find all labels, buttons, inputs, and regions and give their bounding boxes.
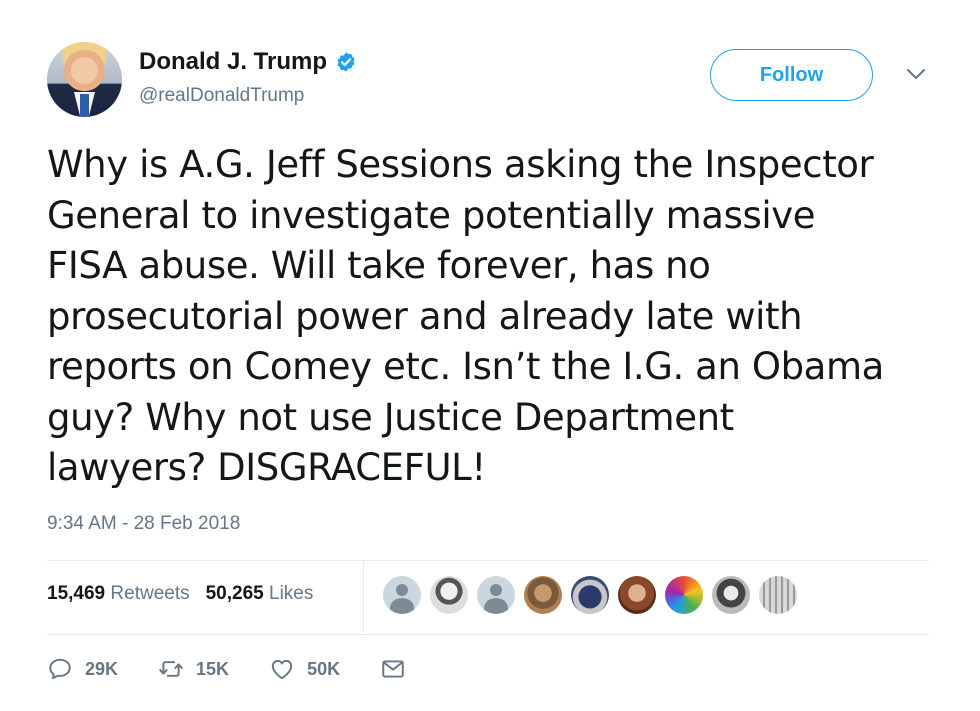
- retweet-count: 15K: [196, 658, 230, 679]
- tweet-line: prosecutorial power and already late wit…: [47, 294, 803, 338]
- likes-label: Likes: [269, 583, 314, 604]
- verified-badge-icon: [337, 52, 355, 72]
- divider: [47, 634, 929, 635]
- default-avatar-icon[interactable]: [477, 576, 515, 614]
- person-avatar-icon[interactable]: [524, 576, 562, 614]
- reply-count: 29K: [85, 658, 119, 679]
- likes-stat[interactable]: 50,265 Likes: [206, 583, 314, 605]
- chevron-down-icon[interactable]: [905, 66, 927, 82]
- heart-icon: [271, 659, 293, 680]
- user-name-row: Donald J. Trump: [139, 48, 357, 76]
- divider: [47, 560, 929, 561]
- tweet-actions: 29K 15K 50K: [47, 656, 446, 682]
- retweet-icon: [159, 661, 183, 677]
- likes-count: 50,265: [205, 583, 264, 604]
- logo-avatar-icon[interactable]: [759, 576, 797, 614]
- person-avatar-icon[interactable]: [571, 576, 609, 614]
- tweet-line: lawyers? DISGRACEFUL!: [47, 446, 486, 489]
- like-button[interactable]: 50K: [269, 656, 340, 682]
- reply-button[interactable]: 29K: [47, 656, 118, 682]
- user-handle[interactable]: @realDonaldTrump: [139, 85, 304, 107]
- retweet-button[interactable]: 15K: [158, 656, 229, 682]
- like-count: 50K: [307, 658, 341, 679]
- person-avatar-icon[interactable]: [712, 576, 750, 614]
- follow-button[interactable]: Follow: [710, 49, 873, 101]
- person-avatar-icon[interactable]: [665, 576, 703, 614]
- profile-avatar[interactable]: [47, 42, 122, 117]
- retweets-stat[interactable]: 15,469 Retweets: [47, 583, 190, 605]
- user-display-name[interactable]: Donald J. Trump: [139, 48, 327, 76]
- engagement-stats: 15,469 Retweets 50,265 Likes: [47, 583, 313, 605]
- tweet-line: FISA abuse. Will take forever, has no: [47, 244, 711, 287]
- tweet-text: Why is A.G. Jeff Sessions asking the Ins…: [47, 140, 947, 494]
- reply-icon: [49, 658, 71, 680]
- envelope-icon: [382, 660, 404, 678]
- direct-message-button[interactable]: [380, 656, 406, 682]
- liker-avatars: [383, 576, 797, 614]
- person-avatar-icon[interactable]: [618, 576, 656, 614]
- avatar-tie: [80, 94, 89, 117]
- default-avatar-icon[interactable]: [383, 576, 421, 614]
- person-avatar-icon[interactable]: [430, 576, 468, 614]
- tweet-line: General to investigate potentially massi…: [47, 193, 816, 237]
- stats-divider: [363, 561, 364, 633]
- tweet-line: reports on Comey etc. Isn’t the I.G. an …: [47, 345, 884, 388]
- retweets-count: 15,469: [47, 583, 106, 604]
- tweet-timestamp[interactable]: 9:34 AM - 28 Feb 2018: [47, 513, 240, 535]
- retweets-label: Retweets: [110, 583, 190, 604]
- tweet-line: guy? Why not use Justice Department: [47, 395, 734, 439]
- tweet-line: Why is A.G. Jeff Sessions asking the Ins…: [47, 143, 874, 186]
